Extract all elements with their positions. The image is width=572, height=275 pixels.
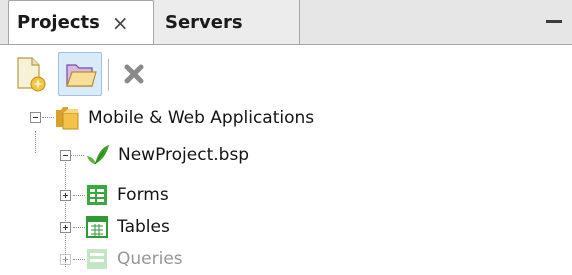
tab-servers[interactable]: Servers — [154, 0, 300, 44]
expand-toggle[interactable] — [60, 190, 71, 201]
panel-tab-bar: Projects × Servers — [0, 0, 572, 44]
close-icon[interactable]: × — [112, 11, 129, 35]
tab-projects-label: Projects — [17, 12, 100, 33]
tables-icon — [86, 216, 108, 238]
forms-icon — [87, 185, 107, 205]
expand-toggle[interactable] — [60, 222, 71, 233]
tree-connector — [70, 155, 84, 156]
tree-node-queries[interactable]: Queries — [85, 243, 183, 275]
queries-icon — [87, 249, 107, 269]
tab-servers-label: Servers — [165, 11, 243, 33]
tree-node-label: Forms — [117, 185, 169, 205]
toolbar — [0, 44, 572, 103]
project-leaf-icon — [87, 145, 109, 165]
tree-node-label: NewProject.bsp — [118, 145, 250, 165]
tree-connector — [35, 131, 36, 153]
tree-connector — [42, 117, 54, 118]
new-project-button[interactable] — [8, 52, 52, 96]
toolbar-separator — [108, 59, 109, 91]
delete-icon — [124, 64, 144, 84]
tree-node-label: Queries — [117, 249, 183, 269]
tree-node-tables[interactable]: Tables — [85, 211, 170, 243]
open-project-button[interactable] — [58, 52, 102, 96]
tree-connector — [73, 259, 85, 260]
tree-node-label: Tables — [117, 217, 170, 237]
new-project-icon — [17, 57, 46, 92]
collapse-toggle[interactable] — [30, 112, 41, 123]
tree-connector — [65, 162, 66, 267]
delete-button[interactable] — [113, 52, 157, 96]
tab-projects[interactable]: Projects × — [8, 0, 154, 44]
tree-connector — [73, 195, 85, 196]
minimize-icon[interactable] — [546, 20, 562, 23]
project-tree: Mobile & Web Applications NewProject.bsp… — [0, 102, 572, 269]
tree-node-forms[interactable]: Forms — [85, 179, 169, 211]
tree-connector — [73, 227, 85, 228]
expand-toggle[interactable] — [60, 254, 71, 265]
tree-node-root[interactable]: Mobile & Web Applications — [54, 102, 314, 134]
collapse-toggle[interactable] — [60, 150, 71, 161]
tree-node-label: Mobile & Web Applications — [88, 108, 315, 128]
folder-icon — [56, 107, 79, 130]
open-project-icon — [66, 64, 97, 87]
tree-node-project[interactable]: NewProject.bsp — [84, 139, 249, 171]
